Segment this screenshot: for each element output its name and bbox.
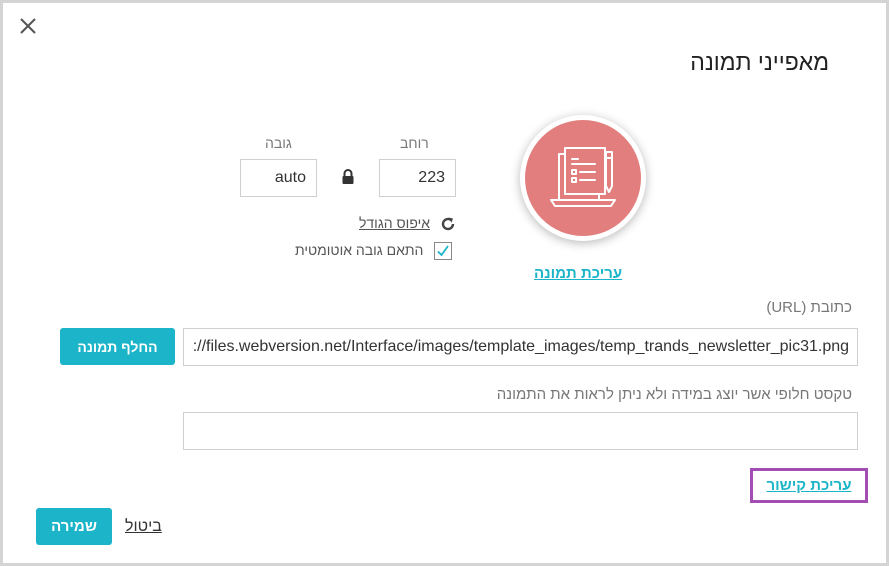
edit-link-highlight: עריכת קישור bbox=[750, 468, 868, 503]
width-label: רוחב bbox=[400, 135, 429, 151]
reset-size-link[interactable]: איפוס הגודל bbox=[359, 215, 430, 231]
height-input[interactable] bbox=[240, 159, 317, 197]
dialog-title: מאפייני תמונה bbox=[690, 49, 829, 75]
auto-height-label: התאם גובה אוטומטית bbox=[295, 242, 424, 258]
edit-link-link[interactable]: עריכת קישור bbox=[767, 477, 852, 494]
refresh-icon[interactable] bbox=[440, 216, 456, 232]
save-button[interactable]: שמירה bbox=[36, 508, 112, 545]
url-label: כתובת (URL) bbox=[766, 299, 852, 316]
width-input[interactable] bbox=[379, 159, 456, 197]
alt-text-label: טקסט חלופי אשר יוצג במידה ולא ניתן לראות… bbox=[496, 386, 852, 403]
checkmark-icon bbox=[437, 245, 449, 257]
auto-height-checkbox[interactable] bbox=[434, 242, 452, 260]
image-preview[interactable] bbox=[520, 115, 646, 241]
image-preview-fill bbox=[525, 120, 641, 236]
cancel-link[interactable]: ביטול bbox=[125, 518, 162, 536]
replace-image-button[interactable]: החלף תמונה bbox=[60, 328, 175, 365]
height-label: גובה bbox=[265, 135, 292, 151]
image-properties-dialog: מאפייני תמונה עריכת תמונה רוחב גובה 223 … bbox=[0, 0, 889, 566]
close-icon[interactable] bbox=[17, 15, 39, 37]
edit-image-link[interactable]: עריכת תמונה bbox=[534, 265, 622, 282]
lock-icon[interactable] bbox=[341, 169, 355, 185]
alt-text-input[interactable] bbox=[183, 412, 858, 450]
document-pencil-laptop-icon bbox=[550, 147, 616, 207]
url-input[interactable] bbox=[183, 328, 858, 366]
